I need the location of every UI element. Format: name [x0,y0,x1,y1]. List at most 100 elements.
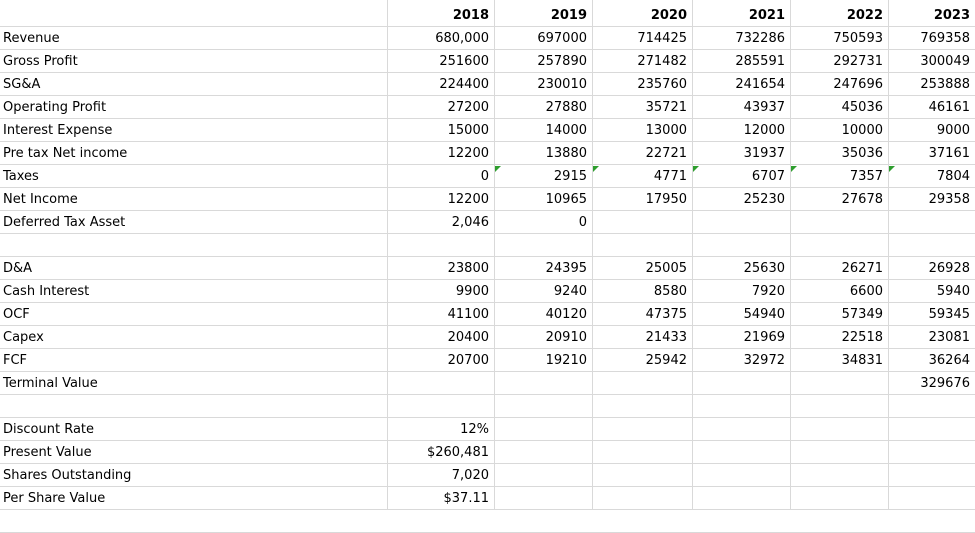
value-cell[interactable]: 41100 [387,303,494,326]
value-cell[interactable]: 300049 [888,50,975,73]
value-cell[interactable]: 235760 [592,73,692,96]
value-cell[interactable]: 43937 [692,96,790,119]
value-cell[interactable]: 22721 [592,142,692,165]
value-cell[interactable]: 14000 [494,119,592,142]
value-cell[interactable]: 47375 [592,303,692,326]
value-cell[interactable]: 0 [387,165,494,188]
value-cell[interactable]: 7804 [888,165,975,188]
row-label[interactable]: Per Share Value [3,487,387,510]
value-cell[interactable]: 25942 [592,349,692,372]
value-cell[interactable]: 329676 [888,372,975,395]
value-cell[interactable]: 7920 [692,280,790,303]
value-cell[interactable]: 7,020 [387,464,494,487]
value-cell[interactable]: 23800 [387,257,494,280]
value-cell[interactable]: 13880 [494,142,592,165]
value-cell[interactable]: 40120 [494,303,592,326]
value-cell[interactable]: 292731 [790,50,888,73]
value-cell[interactable]: 257890 [494,50,592,73]
year-header-2018[interactable]: 2018 [387,4,494,27]
value-cell[interactable]: 271482 [592,50,692,73]
value-cell[interactable]: 224400 [387,73,494,96]
value-cell[interactable]: 253888 [888,73,975,96]
value-cell[interactable]: 57349 [790,303,888,326]
value-cell[interactable]: 2,046 [387,211,494,234]
value-cell[interactable]: 0 [494,211,592,234]
year-header-2022[interactable]: 2022 [790,4,888,27]
value-cell[interactable]: 25005 [592,257,692,280]
value-cell[interactable]: 45036 [790,96,888,119]
row-label[interactable]: Shares Outstanding [3,464,387,487]
row-label[interactable]: FCF [3,349,387,372]
row-label[interactable]: Interest Expense [3,119,387,142]
value-cell[interactable]: 29358 [888,188,975,211]
value-cell[interactable]: 9900 [387,280,494,303]
value-cell[interactable]: 21969 [692,326,790,349]
value-cell[interactable]: 34831 [790,349,888,372]
error-indicator-icon[interactable] [791,166,797,172]
value-cell[interactable]: 19210 [494,349,592,372]
value-cell[interactable]: 9000 [888,119,975,142]
value-cell[interactable]: 31937 [692,142,790,165]
row-label[interactable]: Gross Profit [3,50,387,73]
value-cell[interactable]: 10000 [790,119,888,142]
error-indicator-icon[interactable] [593,166,599,172]
value-cell[interactable]: 714425 [592,27,692,50]
value-cell[interactable]: 769358 [888,27,975,50]
row-label[interactable]: OCF [3,303,387,326]
row-label[interactable]: Operating Profit [3,96,387,119]
year-header-2021[interactable]: 2021 [692,4,790,27]
value-cell[interactable]: 5940 [888,280,975,303]
value-cell[interactable]: 285591 [692,50,790,73]
value-cell[interactable]: 12200 [387,142,494,165]
value-cell[interactable]: 20400 [387,326,494,349]
row-label[interactable]: Capex [3,326,387,349]
row-label[interactable]: D&A [3,257,387,280]
value-cell[interactable]: 6707 [692,165,790,188]
value-cell[interactable]: 697000 [494,27,592,50]
row-label[interactable]: Taxes [3,165,387,188]
row-label[interactable]: Present Value [3,441,387,464]
value-cell[interactable]: 21433 [592,326,692,349]
value-cell[interactable]: 26928 [888,257,975,280]
value-cell[interactable]: 59345 [888,303,975,326]
value-cell[interactable]: 27880 [494,96,592,119]
value-cell[interactable]: 8580 [592,280,692,303]
value-cell[interactable]: 12200 [387,188,494,211]
value-cell[interactable]: 22518 [790,326,888,349]
value-cell[interactable]: 251600 [387,50,494,73]
value-cell[interactable]: 4771 [592,165,692,188]
value-cell[interactable]: 35721 [592,96,692,119]
spreadsheet-grid[interactable]: 2018 2019 2020 2021 2022 2023 Revenue 680,000 69… [0,0,975,533]
value-cell[interactable]: 23081 [888,326,975,349]
value-cell[interactable]: 13000 [592,119,692,142]
value-cell[interactable]: 20700 [387,349,494,372]
year-header-2019[interactable]: 2019 [494,4,592,27]
error-indicator-icon[interactable] [495,166,501,172]
error-indicator-icon[interactable] [889,166,895,172]
value-cell[interactable]: 247696 [790,73,888,96]
row-label[interactable]: Net Income [3,188,387,211]
value-cell[interactable]: 35036 [790,142,888,165]
value-cell[interactable]: 20910 [494,326,592,349]
value-cell[interactable]: 2915 [494,165,592,188]
year-header-2023[interactable]: 2023 [888,4,975,27]
value-cell[interactable]: 10965 [494,188,592,211]
value-cell[interactable]: 24395 [494,257,592,280]
row-label[interactable]: SG&A [3,73,387,96]
value-cell[interactable]: 37161 [888,142,975,165]
value-cell[interactable]: 27200 [387,96,494,119]
value-cell[interactable]: 12000 [692,119,790,142]
value-cell[interactable]: 32972 [692,349,790,372]
value-cell[interactable]: 241654 [692,73,790,96]
row-label[interactable]: Revenue [3,27,387,50]
value-cell[interactable]: 9240 [494,280,592,303]
value-cell[interactable]: $260,481 [387,441,494,464]
value-cell[interactable]: 12% [387,418,494,441]
value-cell[interactable]: 15000 [387,119,494,142]
value-cell[interactable]: 6600 [790,280,888,303]
value-cell[interactable]: $37.11 [387,487,494,510]
value-cell[interactable]: 732286 [692,27,790,50]
row-label[interactable]: Deferred Tax Asset [3,211,387,234]
value-cell[interactable]: 230010 [494,73,592,96]
value-cell[interactable]: 17950 [592,188,692,211]
